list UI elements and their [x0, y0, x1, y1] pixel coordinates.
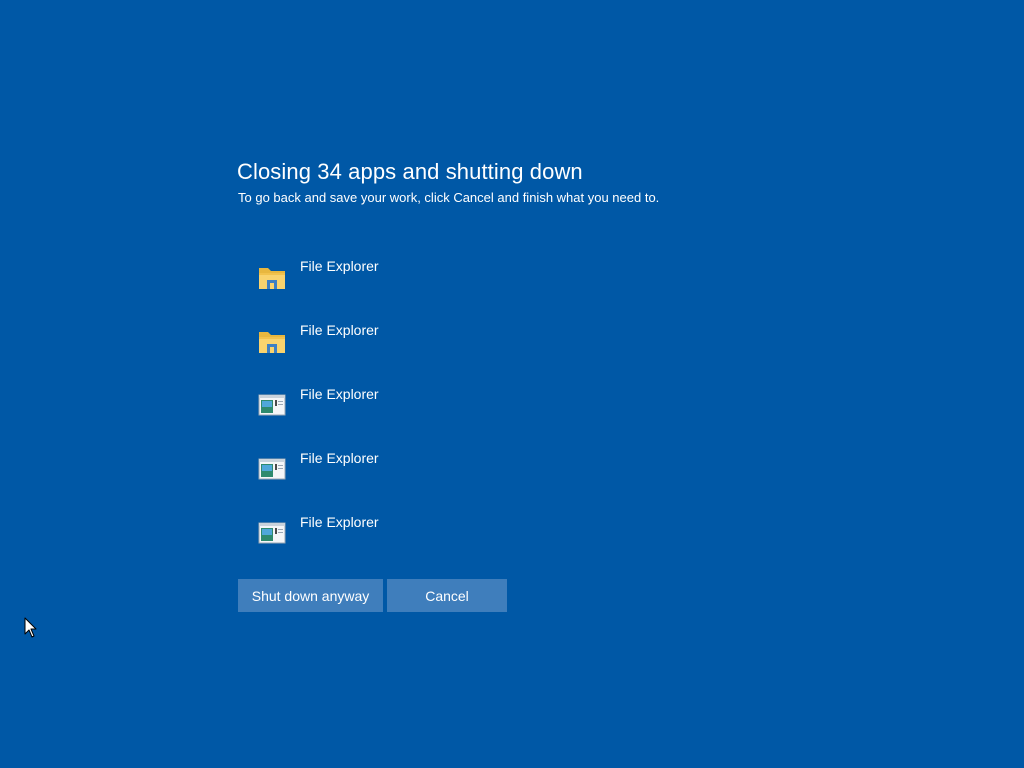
app-name: File Explorer — [300, 322, 379, 338]
window-icon — [258, 394, 286, 416]
list-item: File Explorer — [254, 384, 494, 448]
list-item: File Explorer — [254, 512, 494, 576]
window-icon — [258, 522, 286, 544]
list-item: File Explorer — [254, 256, 494, 320]
app-list: File Explorer File Explorer File Explore… — [254, 256, 494, 576]
list-item: File Explorer — [254, 448, 494, 512]
shutdown-screen: Closing 34 apps and shutting down To go … — [0, 0, 1024, 768]
mouse-cursor-icon — [24, 617, 37, 638]
page-subtitle: To go back and save your work, click Can… — [238, 190, 660, 205]
app-name: File Explorer — [300, 386, 379, 402]
app-name: File Explorer — [300, 514, 379, 530]
window-icon — [258, 458, 286, 480]
folder-icon — [259, 332, 285, 353]
page-title: Closing 34 apps and shutting down — [237, 159, 583, 184]
folder-icon — [259, 268, 285, 289]
app-name: File Explorer — [300, 258, 379, 274]
app-name: File Explorer — [300, 450, 379, 466]
list-item: File Explorer — [254, 320, 494, 384]
shut-down-anyway-button[interactable]: Shut down anyway — [238, 579, 383, 612]
cancel-button[interactable]: Cancel — [387, 579, 507, 612]
